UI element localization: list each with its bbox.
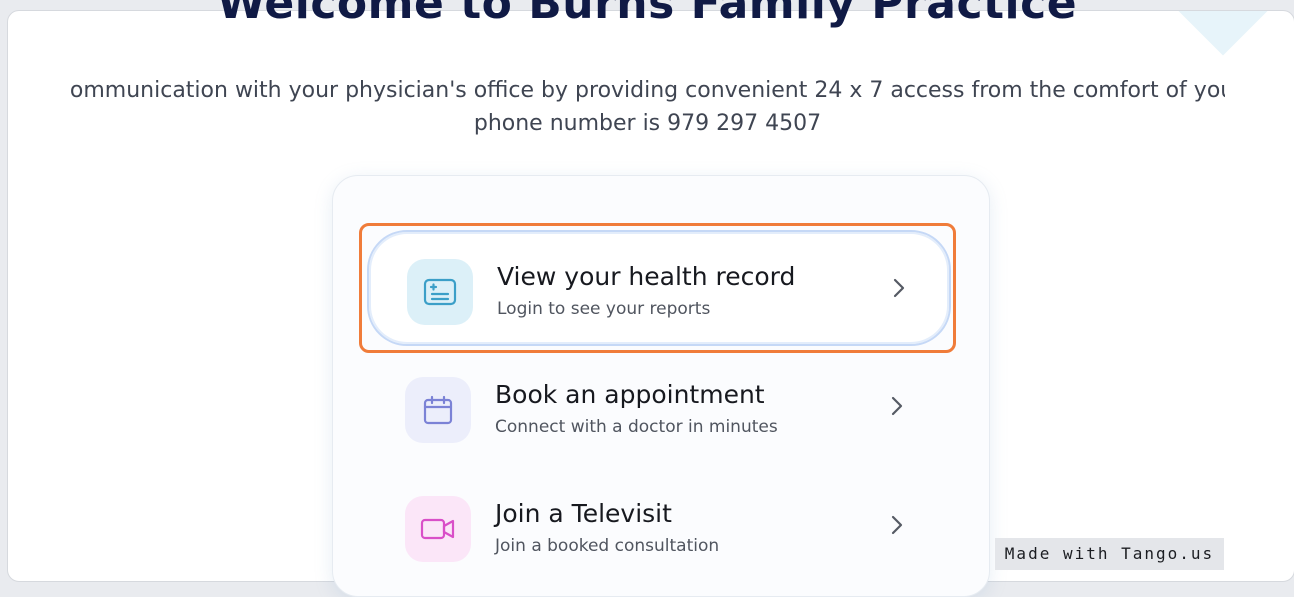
option-title: Join a Televisit bbox=[495, 499, 672, 528]
calendar-icon bbox=[405, 377, 471, 443]
page-subtitle: Better communication with your physician… bbox=[70, 74, 1225, 140]
option-title: View your health record bbox=[497, 262, 796, 291]
book-appointment-option[interactable]: Book an appointment Connect with a docto… bbox=[367, 350, 951, 466]
option-description: Login to see your reports bbox=[497, 299, 711, 319]
option-title: Book an appointment bbox=[495, 380, 765, 409]
page-title: Welcome to Burns Family Practice bbox=[216, 0, 1078, 29]
view-health-record-option[interactable]: View your health record Login to see you… bbox=[367, 230, 951, 346]
option-description: Connect with a doctor in minutes bbox=[495, 417, 778, 437]
option-description: Join a booked consultation bbox=[495, 536, 720, 556]
subtitle-line-2: phone number is 979 297 4507 bbox=[473, 111, 822, 136]
chevron-right-icon bbox=[891, 396, 903, 416]
health-record-icon bbox=[407, 259, 473, 325]
chevron-right-icon bbox=[893, 278, 905, 298]
made-with-tango-badge[interactable]: Made with Tango.us bbox=[995, 538, 1224, 570]
video-camera-icon bbox=[405, 496, 471, 562]
chevron-right-icon bbox=[891, 515, 903, 535]
subtitle-line-1: Better communication with your physician… bbox=[70, 78, 1225, 103]
